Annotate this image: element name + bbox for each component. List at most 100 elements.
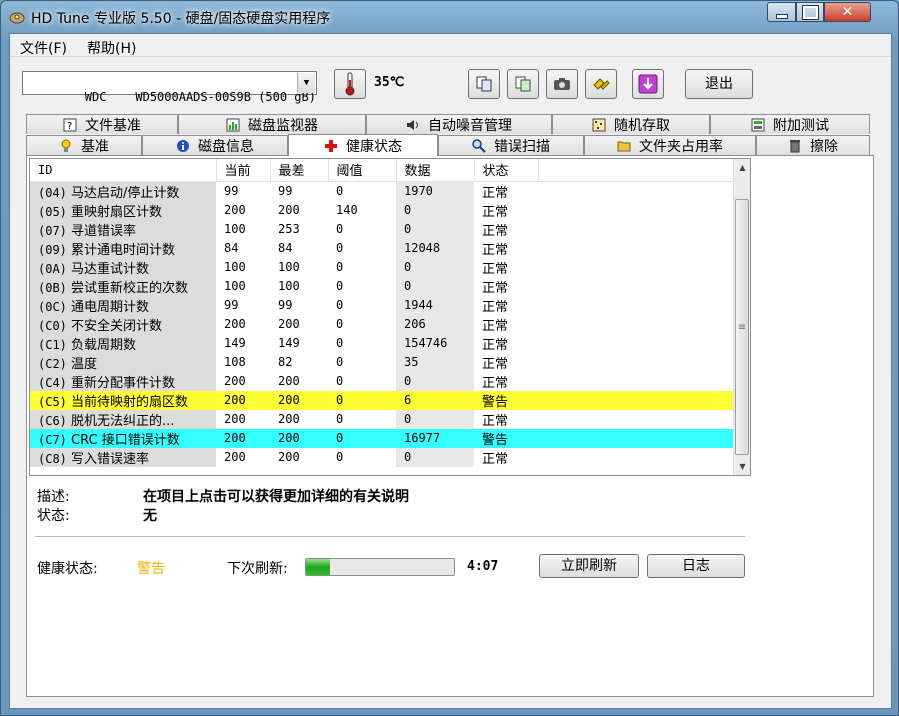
attribute-id: (C5) [38, 394, 67, 409]
attribute-id: (0C) [38, 299, 67, 314]
status-value: 无 [143, 508, 157, 524]
copy-screen-icon[interactable] [507, 69, 539, 99]
cell-current: 108 [224, 355, 246, 369]
col-worst[interactable]: 最差 [270, 159, 329, 182]
cell-filler [538, 428, 734, 448]
cell-status: 警告 [474, 428, 538, 448]
tab-folder-usage[interactable]: 文件夹占用率 [584, 135, 756, 155]
table-row[interactable]: (09) 累计通电时间计数 84 84 0 12048 正常 [30, 238, 734, 258]
table-row[interactable]: (C6) 脱机无法纠正的... 200 200 0 0 正常 [30, 409, 734, 429]
table-row[interactable]: (05) 重映射扇区计数 200 200 140 0 正常 [30, 200, 734, 220]
attribute-name: 不安全关闭计数 [71, 318, 163, 334]
menu-help[interactable]: 帮助(H) [77, 34, 146, 57]
scroll-thumb[interactable]: ≡ [735, 199, 749, 455]
close-button[interactable] [824, 2, 871, 22]
cell-id-name: (09) 累计通电时间计数 [30, 238, 216, 258]
save-icon[interactable] [632, 69, 664, 99]
tab-file-benchmark[interactable]: ? 文件基准 [26, 114, 178, 134]
cell-worst: 100 [278, 260, 300, 274]
cell-status: 正常 [482, 413, 509, 429]
svg-text:?: ? [67, 121, 72, 132]
cell-data: 35 [396, 352, 474, 372]
cell-filler [538, 315, 734, 334]
col-id[interactable]: ID [30, 159, 217, 182]
cell-status: 正常 [482, 185, 509, 201]
cell-threshold: 0 [336, 412, 344, 426]
table-row[interactable]: (C8) 写入错误速率 200 200 0 0 正常 [30, 447, 734, 467]
app-window: HD Tune 专业版 5.50 - 硬盘/固态硬盘实用程序 文件(F) 帮助(… [0, 0, 899, 716]
table-row[interactable]: (07) 寻道错误率 100 253 0 0 正常 [30, 219, 734, 239]
col-threshold[interactable]: 阈值 [328, 159, 397, 182]
attribute-name: 尝试重新校正的次数 [71, 280, 189, 296]
tab-health[interactable]: 健康状态 [288, 134, 438, 156]
table-row[interactable]: (0B) 尝试重新校正的次数 100 100 0 0 正常 [30, 276, 734, 296]
table-scrollbar[interactable]: ▲ ≡ ▼ [733, 159, 750, 475]
menu-bar: 文件(F) 帮助(H) [10, 34, 891, 57]
tab-disk-monitor[interactable]: 磁盘监视器 [178, 114, 366, 134]
tab-noise-management[interactable]: 自动噪音管理 [366, 114, 552, 134]
col-data[interactable]: 数据 [396, 159, 475, 182]
cell-filler [538, 448, 734, 467]
health-footer: 健康状态: 警告 下次刷新: 4:07 立即刷新 日志 [37, 546, 757, 586]
cell-current: 100 [224, 260, 246, 274]
attribute-id: (C4) [38, 375, 67, 390]
title-bar[interactable]: HD Tune 专业版 5.50 - 硬盘/固态硬盘实用程序 [1, 1, 898, 33]
cell-status: 正常 [482, 337, 509, 353]
magnifier-icon [472, 138, 486, 153]
chevron-down-icon[interactable]: ▼ [297, 73, 315, 93]
cell-filler [538, 296, 734, 315]
table-row[interactable]: (04) 马达启动/停止计数 99 99 0 1970 正常 [30, 181, 734, 201]
tab-disk-info[interactable]: 磁盘信息 [142, 135, 288, 155]
scroll-down-icon[interactable]: ▼ [734, 458, 750, 475]
cell-id-name: (0C) 通电周期计数 [30, 295, 216, 315]
cell-data: 12048 [396, 238, 474, 258]
copy-text-icon[interactable] [468, 69, 500, 99]
table-row[interactable]: (C0) 不安全关闭计数 200 200 0 206 正常 [30, 314, 734, 334]
cell-current: 200 [224, 412, 246, 426]
cell-id-name: (C0) 不安全关闭计数 [30, 314, 216, 334]
table-row[interactable]: (0C) 通电周期计数 99 99 0 1944 正常 [30, 295, 734, 315]
cell-id-name: (05) 重映射扇区计数 [30, 200, 216, 220]
thermometer-icon[interactable] [334, 69, 366, 99]
tab-random-access[interactable]: 随机存取 [552, 114, 710, 134]
smart-table[interactable]: ID 当前 最差 阈值 数据 状态 (04) 马达启动/停止计数 99 99 0 197… [29, 158, 751, 476]
table-row[interactable]: (C2) 温度 108 82 0 35 正常 [30, 352, 734, 372]
cell-data: 6 [396, 390, 474, 410]
drive-select[interactable]: WDC WD5000AADS-00S9B (500 gB) ▼ [22, 71, 317, 104]
tab-extra-tests[interactable]: 附加测试 [710, 114, 870, 134]
cell-current: 100 [224, 222, 246, 236]
col-status[interactable]: 状态 [474, 159, 539, 182]
table-row[interactable]: (C7) CRC 接口错误计数 200 200 0 16977 警告 [30, 428, 734, 448]
cell-threshold: 0 [328, 390, 396, 410]
cell-current: 149 [224, 336, 246, 350]
cell-threshold: 0 [336, 450, 344, 464]
cell-worst: 200 [278, 374, 300, 388]
menu-file[interactable]: 文件(F) [10, 34, 77, 57]
scroll-up-icon[interactable]: ▲ [734, 159, 750, 176]
refresh-now-button[interactable]: 立即刷新 [539, 554, 639, 578]
cell-data: 0 [396, 219, 474, 239]
exit-button[interactable]: 退出 [685, 69, 753, 99]
attribute-name: 脱机无法纠正的... [71, 413, 175, 429]
health-status-value: 警告 [137, 561, 165, 577]
maximize-button[interactable] [796, 2, 824, 22]
cell-current: 99 [224, 184, 239, 198]
screenshot-icon[interactable] [546, 69, 578, 99]
options-icon[interactable] [585, 69, 617, 99]
col-current[interactable]: 当前 [216, 159, 271, 182]
table-row[interactable]: (C4) 重新分配事件计数 200 200 0 0 正常 [30, 371, 734, 391]
table-row[interactable]: (0A) 马达重试计数 100 100 0 0 正常 [30, 257, 734, 277]
info-icon [176, 139, 190, 153]
table-row[interactable]: (C5) 当前待映射的扇区数 200 200 0 6 警告 [30, 390, 734, 410]
tab-error-scan[interactable]: 错误扫描 [438, 135, 584, 155]
attribute-id: (C0) [38, 318, 67, 333]
attribute-id: (C1) [38, 337, 67, 352]
table-row[interactable]: (C1) 负载周期数 149 149 0 154746 正常 [30, 333, 734, 353]
log-button[interactable]: 日志 [647, 554, 745, 578]
tab-benchmark[interactable]: 基准 [26, 135, 142, 155]
minimize-button[interactable] [767, 2, 796, 22]
tab-erase[interactable]: 擦除 [756, 135, 870, 155]
cell-worst: 253 [278, 222, 300, 236]
status-label: 状态: [37, 508, 70, 524]
speaker-icon [406, 118, 420, 132]
